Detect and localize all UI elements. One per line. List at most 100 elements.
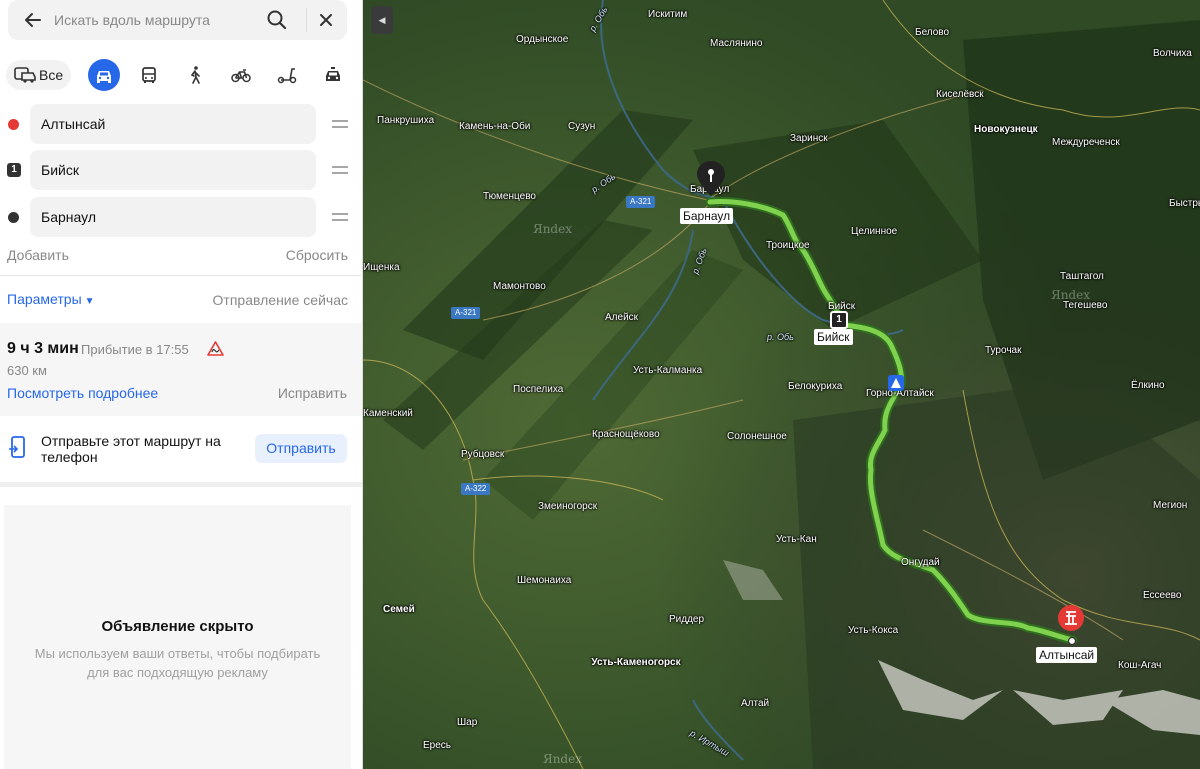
place-label: Рубцовск (461, 449, 505, 460)
place-label: Троицкое (766, 240, 810, 251)
place-label: Онгудай (901, 557, 940, 568)
search-icon[interactable] (265, 8, 289, 32)
waypoint-label: Алтынсай (41, 116, 106, 132)
highway-shield: А-322 (461, 483, 491, 495)
place-label: Усть-Калманка (633, 365, 703, 376)
place-label: Искитим (648, 9, 688, 20)
send-button[interactable]: Отправить (255, 434, 347, 463)
mode-car-button[interactable] (88, 59, 120, 91)
add-waypoint-link[interactable]: Добавить (7, 247, 69, 263)
phone-icon (9, 436, 25, 458)
river-label: р. Обь (767, 332, 794, 342)
place-label: Мамонтово (493, 281, 546, 292)
mode-bus-button[interactable] (133, 59, 165, 91)
mode-walk-button[interactable] (179, 59, 211, 91)
transport-mode-bar: Все (6, 59, 351, 93)
place-label: Междуреченск (1052, 137, 1120, 148)
place-label: Усть-Кан (776, 534, 817, 545)
parameters-label: Параметры (7, 291, 82, 307)
waypoint-field[interactable]: Алтынсай (30, 104, 316, 144)
place-label: Кош-Агач (1118, 660, 1162, 671)
waypoint-label: Барнаул (41, 209, 96, 225)
mode-scooter-button[interactable] (271, 59, 303, 91)
camera-warning-icon (888, 375, 904, 391)
mode-taxi-button[interactable] (317, 59, 349, 91)
route-via-label: Бийск (814, 329, 853, 345)
highway-shield: А-321 (626, 196, 656, 208)
place-label: Краснощёково (592, 429, 660, 440)
route-end-label: Барнаул (680, 208, 734, 224)
waypoint-field[interactable]: Бийск (30, 150, 316, 190)
waypoint-row: Алтынсай (0, 104, 362, 144)
map-watermark: Яndex (533, 222, 572, 236)
waypoint-row: Барнаул (0, 197, 362, 237)
send-to-phone: Отправьте этот маршрут на телефон Отправ… (0, 416, 362, 480)
car-icon (97, 71, 111, 83)
start-pin-icon[interactable] (1056, 603, 1086, 633)
divider (306, 8, 307, 32)
place-label: Усть-Кокса (848, 625, 899, 636)
road-warning-icon (207, 341, 224, 356)
place-label: Камень-на-Оби (459, 121, 531, 132)
place-label: Новокузнецк (974, 124, 1038, 135)
place-label: Поспелиха (513, 384, 564, 395)
mode-all-label: Все (39, 67, 64, 83)
parameters-dropdown[interactable]: Параметры ▼ (7, 291, 95, 307)
highway-shield: А-321 (451, 307, 481, 319)
departure-selector[interactable]: Отправление сейчас (213, 292, 348, 308)
map-watermark: Яndex (1051, 288, 1090, 302)
place-label: Риддер (669, 614, 705, 625)
reset-link[interactable]: Сбросить (286, 247, 348, 263)
place-label: Тюменцево (483, 191, 536, 202)
route-summary-card[interactable]: 9 ч 3 мин Прибытие в 17:55 630 км Посмот… (0, 323, 362, 416)
place-label: Киселёвск (936, 89, 984, 100)
waypoint-label: Бийск (41, 162, 79, 178)
place-label: Алейск (605, 312, 639, 323)
place-label: Волчиха (1153, 48, 1192, 59)
collapse-panel-button[interactable]: ◀ (371, 6, 393, 34)
place-label: Семей (383, 604, 415, 615)
drag-handle-icon[interactable] (332, 119, 348, 129)
drag-handle-icon[interactable] (332, 212, 348, 222)
place-label: Сузун (568, 121, 596, 132)
drag-handle-icon[interactable] (332, 165, 348, 175)
taxi-icon (326, 67, 340, 81)
place-label: Солонешное (727, 431, 787, 442)
route-details-link[interactable]: Посмотреть подробнее (7, 385, 158, 401)
ad-placeholder: Объявление скрыто Мы используем ваши отв… (4, 505, 351, 769)
satellite-map[interactable]: ◀ Искитим Ордынское Маслянино Белово Кис… (363, 0, 1200, 769)
mode-bike-button[interactable] (225, 59, 257, 91)
end-pin-icon[interactable] (696, 160, 726, 198)
place-label: Маслянино (710, 38, 763, 49)
place-label: Шемонаиха (517, 575, 572, 586)
end-marker-icon (8, 212, 19, 223)
back-arrow-icon[interactable] (22, 9, 44, 31)
mode-all-button[interactable]: Все (6, 60, 71, 90)
place-label: Целинное (851, 226, 898, 237)
place-label: Белокуриха (788, 381, 843, 392)
waypoint-number-badge: 1 (7, 163, 21, 177)
pedestrian-icon (190, 66, 200, 84)
scooter-icon (277, 68, 297, 84)
arrival-time: Прибытие в 17:55 (81, 342, 189, 357)
divider (0, 482, 362, 487)
waypoint-field[interactable]: Барнаул (30, 197, 316, 237)
caret-down-icon: ▼ (84, 296, 95, 307)
search-bar[interactable]: Искать вдоль маршрута (8, 0, 347, 40)
place-label: Ессеево (1143, 590, 1182, 601)
ad-title: Объявление скрыто (101, 618, 254, 635)
place-label: Таштагол (1060, 271, 1104, 282)
place-label: Панкрушиха (377, 115, 435, 126)
search-input[interactable]: Искать вдоль маршрута (54, 12, 210, 28)
place-label: Усть-Каменогорск (591, 657, 681, 668)
report-error-link[interactable]: Исправить (278, 385, 347, 401)
map-watermark: Яndex (543, 752, 582, 766)
place-label: Заринск (790, 133, 828, 144)
bicycle-icon (231, 69, 251, 83)
close-icon[interactable] (315, 9, 337, 31)
place-label: Шар (457, 717, 478, 728)
waypoint-row: 1 Бийск (0, 150, 362, 190)
bus-icon (142, 67, 156, 83)
via-point-badge[interactable]: 1 (830, 311, 848, 329)
ad-description: Мы используем ваши ответы, чтобы подбира… (34, 646, 321, 680)
